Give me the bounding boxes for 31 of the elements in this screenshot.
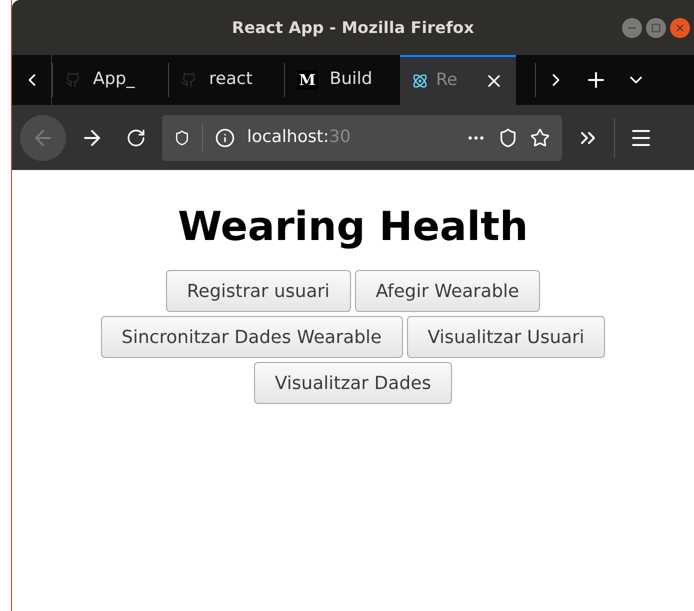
- action-button[interactable]: Afegir Wearable: [354, 270, 540, 312]
- close-icon: [674, 22, 686, 34]
- tab-title: Re: [436, 69, 458, 92]
- url-text: localhost:30: [247, 126, 351, 149]
- octocat-icon: [181, 72, 197, 88]
- browser-tab[interactable]: Re: [400, 55, 516, 105]
- octocat-icon: [65, 72, 81, 88]
- action-button[interactable]: Visualitzar Usuari: [406, 316, 606, 358]
- info-icon: [215, 128, 235, 148]
- tab-title: Build: [330, 68, 372, 92]
- page-heading: Wearing Health: [178, 203, 528, 252]
- window-title: React App - Mozilla Firefox: [232, 16, 474, 38]
- tab-title: App_: [93, 68, 135, 92]
- reload-icon[interactable]: [126, 128, 146, 148]
- action-button[interactable]: Sincronitzar Dades Wearable: [100, 316, 403, 358]
- minimize-button[interactable]: [622, 18, 642, 38]
- shield-icon: [174, 130, 190, 146]
- tab-title: react: [209, 68, 253, 92]
- browser-tab[interactable]: M Build: [284, 63, 400, 97]
- action-button[interactable]: Visualitzar Dades: [254, 362, 452, 404]
- action-button[interactable]: Registrar usuari: [166, 270, 351, 312]
- logo-icon: M: [297, 70, 318, 90]
- star-icon[interactable]: [530, 128, 550, 148]
- close-button[interactable]: [670, 18, 690, 38]
- browser-tab[interactable]: react: [168, 63, 284, 97]
- browser-tab[interactable]: App_: [52, 63, 168, 97]
- back-button[interactable]: [20, 114, 66, 160]
- maximize-icon: [651, 22, 661, 32]
- address-bar[interactable]: localhost:30: [162, 114, 562, 160]
- atom-icon: [412, 73, 428, 89]
- maximize-button[interactable]: [646, 18, 666, 38]
